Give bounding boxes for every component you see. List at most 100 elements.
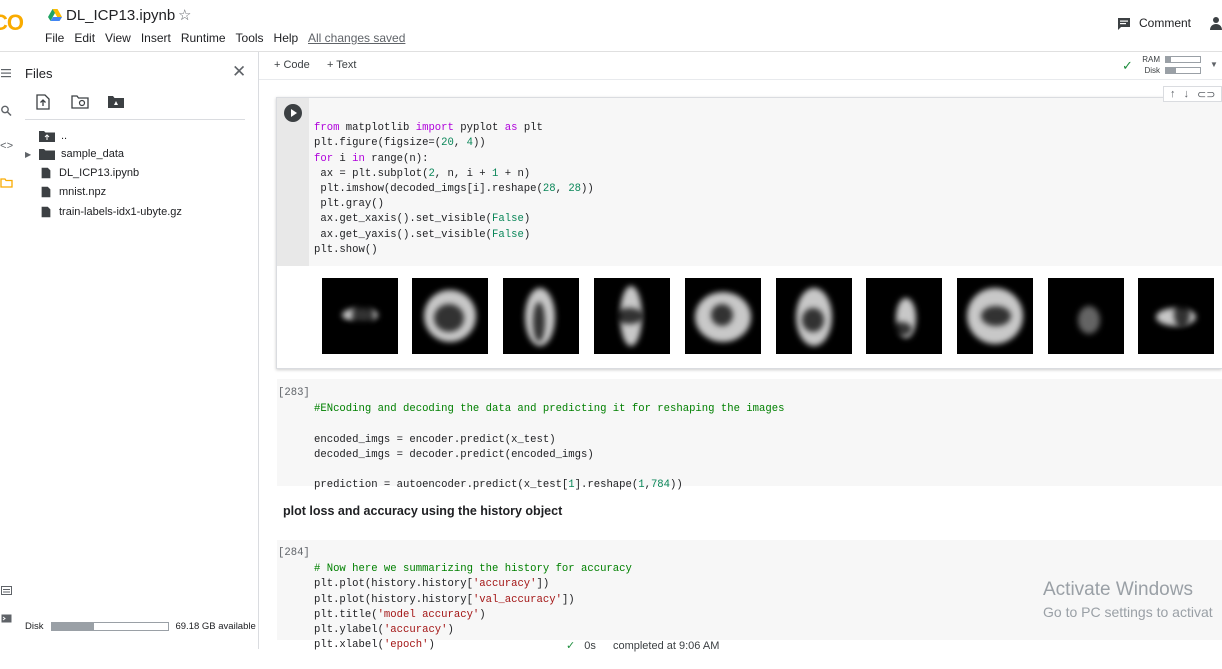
console-icon[interactable] (0, 614, 14, 624)
code-line: plt.title('model accuracy') (314, 608, 486, 621)
toc-icon[interactable] (0, 68, 14, 78)
tree-item-label: sample_data (61, 148, 124, 160)
cell-gutter (277, 98, 309, 266)
add-text-button[interactable]: + Text (327, 59, 356, 71)
add-code-button[interactable]: + Code (274, 59, 310, 71)
tree-item-label: .. (61, 130, 68, 142)
menu-help[interactable]: Help (274, 31, 299, 45)
code-line: ax.get_yaxis().set_visible(False) (314, 228, 531, 241)
code-line: plt.plot(history.history['val_accuracy']… (314, 593, 575, 606)
execution-status: ✓ 0s completed at 9:06 AM (566, 639, 719, 652)
menu-file[interactable]: File (45, 31, 64, 45)
windows-activation-subtitle: Go to PC settings to activat (1043, 604, 1213, 620)
upload-icon[interactable] (36, 94, 50, 110)
windows-activation-title: Activate Windows (1043, 579, 1193, 600)
code-line: decoded_imgs = decoder.predict(encoded_i… (314, 448, 594, 461)
drive-icon (48, 9, 62, 21)
toolbar-divider (259, 79, 1222, 80)
disk-usage-bar (51, 622, 170, 631)
tree-item-label: train-labels-idx1-ubyte.gz (59, 206, 182, 218)
link-icon[interactable]: ⊂⊃ (1197, 88, 1215, 101)
disk-resource-fill (1166, 68, 1177, 73)
code-line: ​ (314, 463, 784, 478)
folder-icon[interactable] (0, 178, 14, 188)
menu-runtime[interactable]: Runtime (181, 31, 226, 45)
decoded-digit-image (594, 278, 670, 354)
code-line: plt.ylabel('accuracy') (314, 624, 454, 637)
tree-file-labels[interactable]: train-labels-idx1-ubyte.gz (25, 203, 182, 221)
move-down-icon[interactable]: ↓ (1184, 88, 1190, 100)
notebook-title[interactable]: DL_ICP13.ipynb (66, 7, 175, 24)
status-completed: completed at 9:06 AM (612, 640, 720, 652)
code-line: #ENcoding and decoding the data and pred… (314, 403, 785, 416)
tree-item-label: mnist.npz (59, 186, 107, 198)
colab-logo[interactable]: CO (0, 10, 24, 36)
tree-file-mnist[interactable]: mnist.npz (25, 183, 106, 201)
file-icon (41, 167, 51, 179)
search-icon[interactable] (0, 105, 14, 117)
ram-usage-fill (1166, 57, 1172, 62)
expand-arrow-icon[interactable]: ▶ (25, 150, 39, 159)
tree-folder-sample-data[interactable]: ▶ sample_data (25, 145, 124, 163)
folder-icon (39, 149, 55, 160)
code-line: encoded_imgs = encoder.predict(x_test) (314, 433, 556, 446)
decoded-digit-image (776, 278, 852, 354)
file-icon (41, 206, 51, 218)
disk-resource-bar[interactable] (1165, 67, 1201, 74)
code-line: plt.show() (314, 243, 378, 256)
decoded-digit-image (412, 278, 488, 354)
code-line: ax.get_xaxis().set_visible(False) (314, 213, 531, 226)
disk-label: Disk (25, 621, 44, 632)
menu-edit[interactable]: Edit (74, 31, 95, 45)
code-line: for i in range(n): (314, 152, 429, 165)
cell-toolbar: ↑ ↓ ⊂⊃ (1163, 86, 1222, 102)
execution-count: [283] (278, 387, 310, 399)
resources-dropdown-icon[interactable]: ▼ (1210, 60, 1218, 69)
tree-item-label: DL_ICP13.ipynb (59, 167, 140, 179)
comment-button[interactable]: Comment (1117, 16, 1191, 30)
tree-file-notebook[interactable]: DL_ICP13.ipynb (25, 164, 139, 182)
disk-usage-fill (52, 623, 95, 630)
cell1-code[interactable]: from matplotlib import pyplot as plt plt.… (314, 106, 594, 273)
account-icon[interactable] (1210, 16, 1222, 30)
terminal-icon[interactable] (0, 586, 14, 596)
decoded-digit-image (503, 278, 579, 354)
close-icon[interactable]: ✕ (232, 62, 246, 82)
cell2-code[interactable]: #ENcoding and decoding the data and pred… (314, 387, 784, 509)
resource-labels[interactable]: RAM Disk (1139, 54, 1160, 76)
decoded-digit-image (685, 278, 761, 354)
code-line: ​ (314, 417, 784, 432)
code-line: plt.plot(history.history['accuracy']) (314, 578, 550, 591)
execution-count: [284] (278, 547, 310, 559)
refresh-folder-icon[interactable] (71, 94, 89, 109)
menu-bar: File Edit View Insert Runtime Tools Help (45, 31, 308, 45)
code-snippets-icon[interactable]: <> (0, 141, 14, 153)
decoded-digit-image (1048, 278, 1124, 354)
code-line: # Now here we summarizing the history fo… (314, 563, 632, 576)
connected-check-icon: ✓ (1122, 58, 1133, 73)
decoded-digit-image (957, 278, 1033, 354)
code-line: ax = plt.subplot(2, n, i + 1 + n) (314, 167, 531, 180)
menu-tools[interactable]: Tools (236, 31, 264, 45)
move-up-icon[interactable]: ↑ (1170, 88, 1176, 100)
disk-available: 69.18 GB available (175, 621, 256, 632)
save-status-link[interactable]: All changes saved (308, 31, 405, 45)
star-icon[interactable]: ☆ (178, 6, 191, 24)
decoded-digit-image (322, 278, 398, 354)
comment-icon (1118, 17, 1130, 30)
run-cell-button[interactable] (284, 104, 302, 122)
comment-label: Comment (1139, 16, 1192, 30)
ram-usage-bar[interactable] (1165, 56, 1201, 63)
code-line: plt.gray() (314, 198, 384, 211)
disk-label: Disk (1144, 66, 1160, 75)
code-line: from matplotlib import pyplot as plt (314, 122, 543, 135)
mount-drive-icon[interactable] (107, 94, 125, 109)
files-divider (25, 119, 245, 120)
tree-parent-dir[interactable]: .. (25, 127, 67, 145)
menu-insert[interactable]: Insert (141, 31, 171, 45)
markdown-heading: plot loss and accuracy using the history… (283, 504, 563, 518)
file-icon (41, 186, 51, 198)
menu-view[interactable]: View (105, 31, 131, 45)
disk-usage: Disk 69.18 GB available (25, 621, 256, 632)
status-check-icon: ✓ (566, 640, 576, 652)
